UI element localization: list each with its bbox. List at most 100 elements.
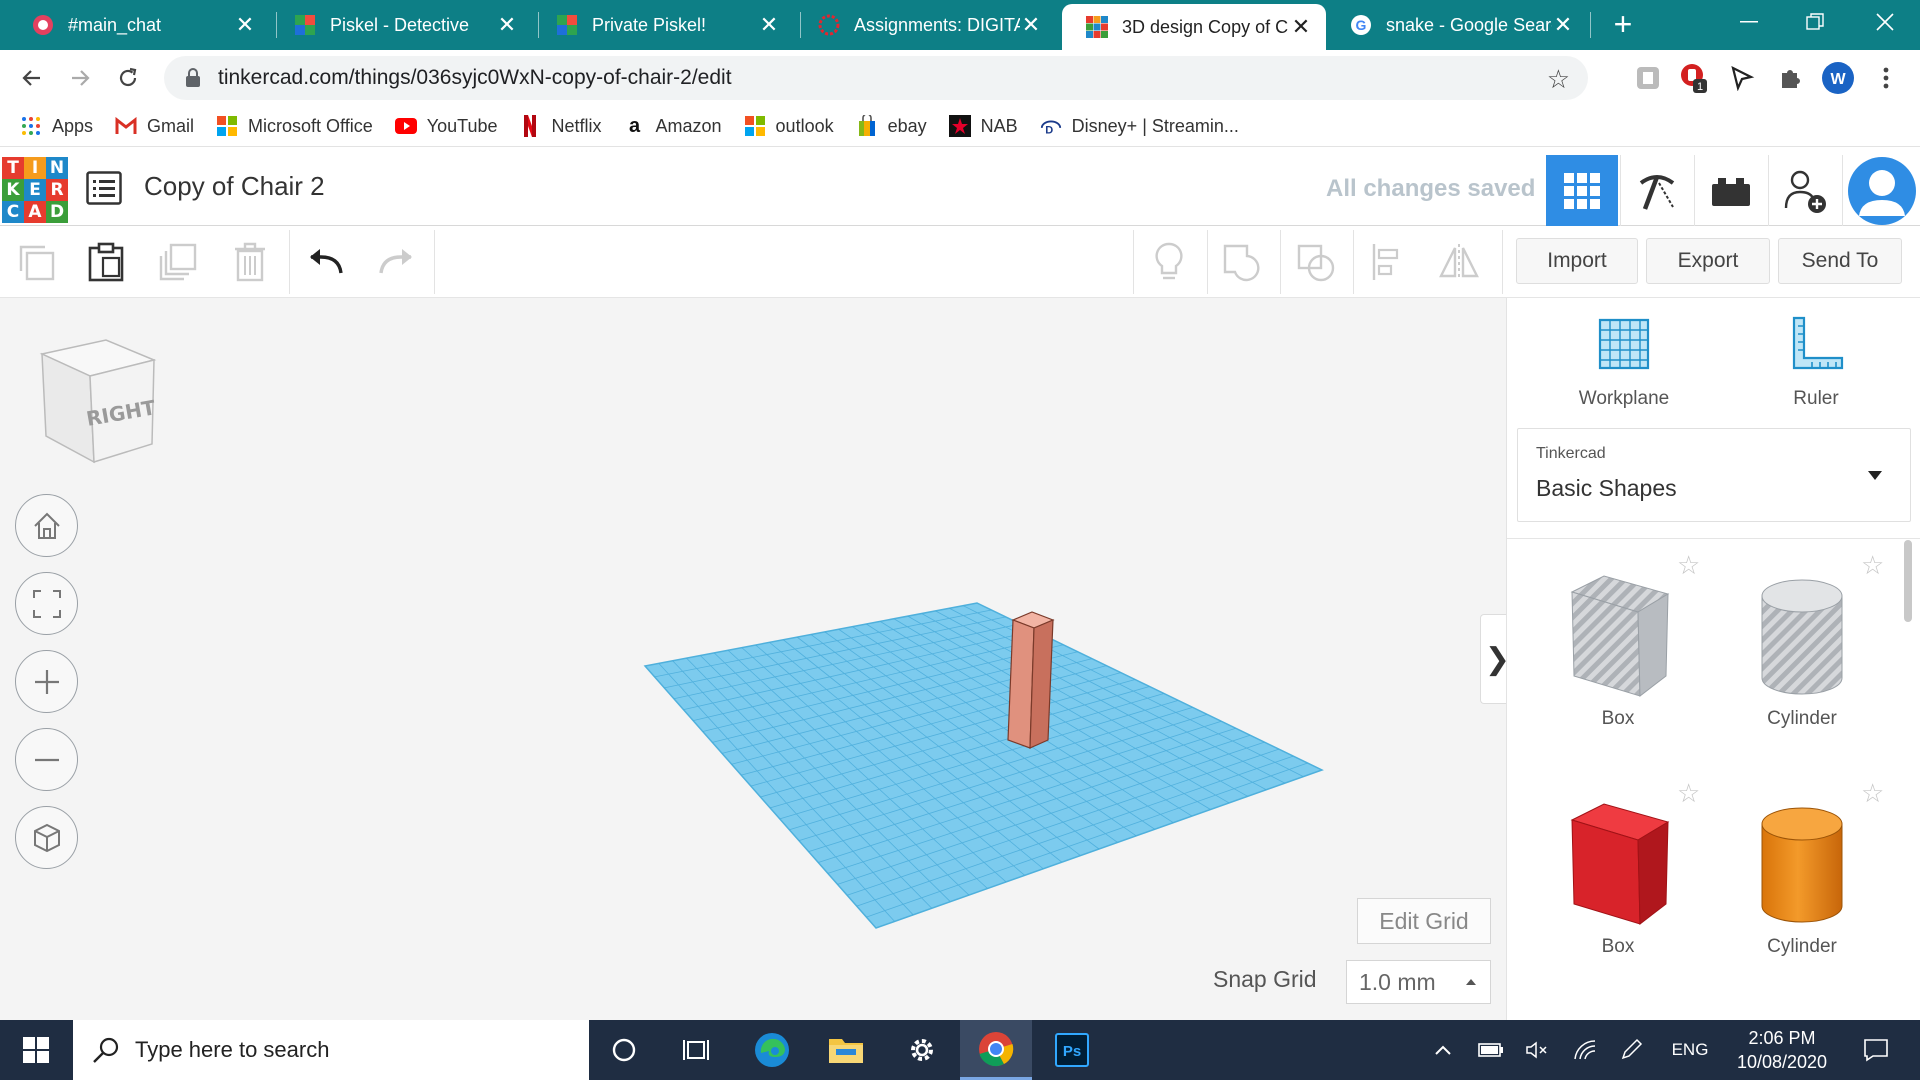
- photoshop-app[interactable]: Ps: [1036, 1020, 1108, 1080]
- tab-close-icon[interactable]: ✕: [758, 12, 780, 38]
- extension-cursor-icon[interactable]: [1724, 60, 1760, 96]
- undo-button[interactable]: [304, 240, 348, 284]
- workplane[interactable]: [0, 298, 1506, 1020]
- profile-avatar[interactable]: W: [1820, 60, 1856, 96]
- bookmark-microsoft-office[interactable]: Microsoft Office: [216, 115, 373, 137]
- address-bar[interactable]: tinkercad.com/things/036syjc0WxN-copy-of…: [164, 56, 1588, 100]
- bookmark-outlook[interactable]: outlook: [744, 115, 834, 137]
- restore-button[interactable]: [1782, 0, 1848, 44]
- tab-3d-design[interactable]: 3D design Copy of C ✕: [1062, 4, 1326, 50]
- pen-icon[interactable]: [1616, 1036, 1646, 1064]
- shape-box[interactable]: Box ☆: [1543, 778, 1700, 958]
- tab-private-piskel[interactable]: Private Piskel! ✕: [532, 0, 794, 50]
- copy-button[interactable]: [14, 240, 58, 284]
- scrollbar-thumb[interactable]: [1904, 540, 1912, 622]
- snap-grid-select[interactable]: 1.0 mm: [1346, 960, 1491, 1004]
- google-icon: G: [1350, 14, 1372, 36]
- shape-cylinder[interactable]: Cylinder ☆: [1727, 778, 1884, 958]
- shape-library-dropdown[interactable]: Tinkercad Basic Shapes: [1517, 428, 1911, 522]
- export-button[interactable]: Export: [1646, 238, 1770, 284]
- show-hidden-icons-button[interactable]: [1428, 1036, 1458, 1064]
- battery-icon[interactable]: [1476, 1036, 1506, 1064]
- send-to-button[interactable]: Send To: [1778, 238, 1902, 284]
- paste-button[interactable]: [84, 240, 128, 284]
- minimize-button[interactable]: [1716, 0, 1782, 44]
- new-tab-button[interactable]: +: [1604, 6, 1642, 44]
- tab-close-icon[interactable]: ✕: [1552, 12, 1574, 38]
- invite-user-button[interactable]: [1768, 155, 1840, 227]
- wifi-icon[interactable]: [1570, 1036, 1600, 1064]
- bricks-view-button[interactable]: [1694, 155, 1766, 227]
- delete-button[interactable]: [228, 240, 272, 284]
- panel-scrollbar[interactable]: [1901, 538, 1915, 1020]
- volume-muted-icon[interactable]: [1522, 1036, 1552, 1064]
- favorite-star-icon[interactable]: ☆: [1861, 778, 1884, 809]
- favorite-star-icon[interactable]: ☆: [1677, 778, 1700, 809]
- settings-app[interactable]: [886, 1020, 958, 1080]
- edge-app[interactable]: [736, 1020, 808, 1080]
- bookmark-disney-plus[interactable]: D Disney+ | Streamin...: [1040, 115, 1239, 137]
- codeblocks-pickaxe-button[interactable]: [1620, 155, 1692, 227]
- duplicate-button[interactable]: [156, 240, 200, 284]
- align-button[interactable]: [1366, 240, 1410, 284]
- start-button[interactable]: [0, 1020, 72, 1080]
- chrome-app[interactable]: [960, 1020, 1032, 1080]
- chrome-menu-icon[interactable]: [1868, 60, 1904, 96]
- notifications-button[interactable]: [1856, 1036, 1896, 1064]
- favorite-star-icon[interactable]: ☆: [1677, 550, 1700, 581]
- pillar-shape[interactable]: [1007, 611, 1055, 749]
- url-text: tinkercad.com/things/036syjc0WxN-copy-of…: [218, 66, 732, 89]
- task-view-icon: [683, 1040, 709, 1060]
- reload-button[interactable]: [108, 58, 148, 98]
- logo-letter: I: [24, 157, 46, 179]
- file-explorer-app[interactable]: [810, 1020, 882, 1080]
- cortana-button[interactable]: [588, 1020, 660, 1080]
- extension-adblock-icon[interactable]: 1: [1676, 60, 1712, 96]
- 3d-viewport[interactable]: RIGHT ❯ Edit Grid Snap Grid 1.0 mm: [0, 298, 1506, 1020]
- language-indicator[interactable]: ENG: [1668, 1036, 1712, 1064]
- taskbar-clock[interactable]: 2:06 PM 10/08/2020: [1720, 1026, 1844, 1074]
- tinkercad-logo[interactable]: T I N K E R C A D: [2, 157, 68, 223]
- workplane-tool[interactable]: Workplane: [1549, 316, 1699, 410]
- bookmark-star-icon[interactable]: ☆: [1547, 64, 1570, 95]
- favorite-star-icon[interactable]: ☆: [1861, 550, 1884, 581]
- redo-button[interactable]: [374, 240, 418, 284]
- bookmark-youtube[interactable]: YouTube: [394, 115, 497, 137]
- tab-close-icon[interactable]: ✕: [1290, 14, 1312, 40]
- group-button[interactable]: [1220, 240, 1264, 284]
- extensions-puzzle-icon[interactable]: [1772, 60, 1808, 96]
- design-title[interactable]: Copy of Chair 2: [144, 171, 325, 202]
- shape-cylinder-hole[interactable]: Cylinder ☆: [1727, 550, 1884, 730]
- bookmark-amazon[interactable]: a Amazon: [624, 115, 722, 137]
- bookmark-netflix[interactable]: Netflix: [519, 115, 602, 137]
- task-view-button[interactable]: [660, 1020, 732, 1080]
- close-window-button[interactable]: [1852, 0, 1918, 44]
- cylinder-icon: [1761, 807, 1843, 923]
- notes-lightbulb-button[interactable]: [1147, 240, 1191, 284]
- extension-puzzle-grey-icon[interactable]: [1630, 60, 1666, 96]
- tab-assignments[interactable]: Assignments: DIGITA ✕: [794, 0, 1056, 50]
- back-button[interactable]: [12, 58, 52, 98]
- tab-main-chat[interactable]: #main_chat ✕: [8, 0, 270, 50]
- tab-piskel-detective[interactable]: Piskel - Detective ✕: [270, 0, 532, 50]
- user-avatar-button[interactable]: [1842, 155, 1920, 227]
- edit-grid-button[interactable]: Edit Grid: [1357, 898, 1491, 944]
- taskbar-search[interactable]: Type here to search: [73, 1020, 589, 1080]
- 3d-view-grid-button[interactable]: [1546, 155, 1618, 227]
- import-button[interactable]: Import: [1516, 238, 1638, 284]
- tab-google-search[interactable]: G snake - Google Searc ✕: [1326, 0, 1588, 50]
- tab-close-icon[interactable]: ✕: [1020, 12, 1042, 38]
- design-list-icon[interactable]: [86, 171, 122, 205]
- bookmark-gmail[interactable]: Gmail: [115, 115, 194, 137]
- bookmark-apps[interactable]: Apps: [20, 115, 93, 137]
- ruler-tool[interactable]: Ruler: [1741, 316, 1891, 410]
- forward-button[interactable]: [60, 58, 100, 98]
- bookmark-ebay[interactable]: ebay: [856, 115, 927, 137]
- collapse-panel-button[interactable]: ❯: [1480, 614, 1506, 704]
- tab-close-icon[interactable]: ✕: [234, 12, 256, 38]
- tab-close-icon[interactable]: ✕: [496, 12, 518, 38]
- bookmark-nab[interactable]: NAB: [948, 115, 1018, 137]
- mirror-button[interactable]: [1437, 240, 1481, 284]
- shape-box-hole[interactable]: Box ☆: [1543, 550, 1700, 730]
- ungroup-button[interactable]: [1294, 240, 1338, 284]
